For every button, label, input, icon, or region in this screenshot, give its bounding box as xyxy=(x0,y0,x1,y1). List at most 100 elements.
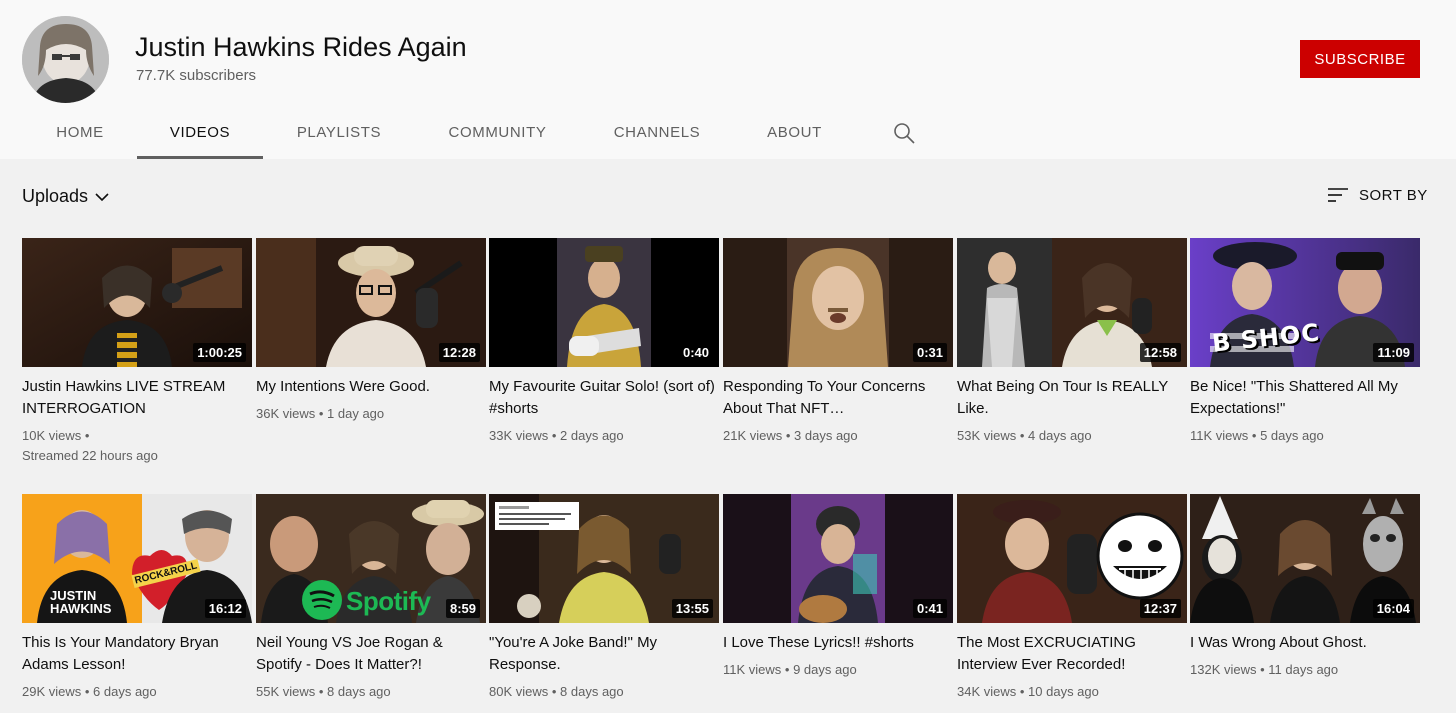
video-card[interactable]: 12:37 The Most EXCRUCIATING Interview Ev… xyxy=(957,494,1187,702)
video-duration: 11:09 xyxy=(1373,343,1414,362)
tab-community[interactable]: COMMUNITY xyxy=(430,108,565,159)
video-duration: 0:31 xyxy=(912,343,947,362)
video-card[interactable]: 12:58 What Being On Tour Is REALLY Like.… xyxy=(957,238,1187,446)
thumbnail-text: Spotify xyxy=(346,586,431,616)
video-meta: 132K views • 11 days ago xyxy=(1190,662,1339,677)
video-age: 8 days ago xyxy=(560,684,624,699)
video-thumbnail[interactable]: 16:04 xyxy=(1190,494,1420,623)
video-age: 1 day ago xyxy=(327,406,385,421)
video-thumbnail[interactable]: 0:31 xyxy=(723,238,953,367)
video-title[interactable]: The Most EXCRUCIATING Interview Ever Rec… xyxy=(957,632,1187,676)
video-views: 132K views xyxy=(1190,662,1257,677)
video-title[interactable]: Neil Young VS Joe Rogan & Spotify - Does… xyxy=(256,632,486,676)
video-card[interactable]: 0:31 Responding To Your Concerns About T… xyxy=(723,238,953,446)
sort-by-button[interactable]: SORT BY xyxy=(1327,186,1428,204)
video-duration: 0:40 xyxy=(678,343,713,362)
video-age: 10 days ago xyxy=(1028,684,1099,699)
uploads-label: Uploads xyxy=(22,186,89,206)
video-duration: 16:12 xyxy=(204,599,246,618)
video-age: 5 days ago xyxy=(1260,428,1324,443)
video-meta: 53K views • 4 days ago xyxy=(957,428,1092,443)
video-title[interactable]: I Love These Lyrics!! #shorts xyxy=(723,632,953,654)
video-title[interactable]: My Intentions Were Good. xyxy=(256,376,486,398)
video-title[interactable]: What Being On Tour Is REALLY Like. xyxy=(957,376,1187,420)
video-views: 36K views xyxy=(256,406,316,421)
video-meta: 33K views • 2 days ago xyxy=(489,428,624,443)
video-title[interactable]: Be Nice! "This Shattered All My Expectat… xyxy=(1190,376,1420,420)
video-thumbnail[interactable]: 12:28 xyxy=(256,238,486,367)
video-card[interactable]: 0:40 My Favourite Guitar Solo! (sort of)… xyxy=(489,238,719,446)
sort-by-label: SORT BY xyxy=(1359,186,1428,204)
video-views: 21K views xyxy=(723,428,783,443)
channel-name: Justin Hawkins Rides Again xyxy=(135,32,467,62)
video-card[interactable]: 13:55 "You're A Joke Band!" My Response.… xyxy=(489,494,719,702)
video-views: 55K views xyxy=(256,684,316,699)
channel-tabs: HOME VIDEOS PLAYLISTS COMMUNITY CHANNELS… xyxy=(0,108,1000,159)
video-meta: 29K views • 6 days ago xyxy=(22,684,157,699)
video-views: 53K views xyxy=(957,428,1017,443)
video-meta: 21K views • 3 days ago xyxy=(723,428,858,443)
video-views: 11K views xyxy=(1190,428,1249,443)
video-age: 3 days ago xyxy=(794,428,858,443)
video-thumbnail[interactable]: 0:41 xyxy=(723,494,953,623)
video-duration: 8:59 xyxy=(445,599,480,618)
tab-about[interactable]: ABOUT xyxy=(752,108,837,159)
video-card[interactable]: ROCK&ROLL JUSTIN HAWKINS 16:12 This Is Y… xyxy=(22,494,252,702)
video-card[interactable]: B SHOC 11:09 Be Nice! "This Shattered Al… xyxy=(1190,238,1420,446)
video-duration: 12:37 xyxy=(1139,599,1181,618)
video-duration: 16:04 xyxy=(1372,599,1414,618)
video-thumbnail[interactable]: 1:00:25 xyxy=(22,238,252,367)
video-thumbnail[interactable]: 0:40 xyxy=(489,238,719,367)
video-meta: 10K views • Streamed 22 hours ago xyxy=(22,428,158,463)
channel-avatar[interactable] xyxy=(22,16,109,103)
video-thumbnail[interactable]: 12:37 xyxy=(957,494,1187,623)
video-duration: 13:55 xyxy=(671,599,713,618)
video-title[interactable]: My Favourite Guitar Solo! (sort of) #sho… xyxy=(489,376,719,420)
sort-icon xyxy=(1328,188,1348,202)
video-thumbnail[interactable]: ROCK&ROLL JUSTIN HAWKINS 16:12 xyxy=(22,494,252,623)
thumbnail-text: JUSTIN HAWKINS xyxy=(50,588,112,616)
video-title[interactable]: Justin Hawkins LIVE STREAM INTERROGATION xyxy=(22,376,252,420)
chevron-down-icon xyxy=(95,192,109,201)
video-title[interactable]: This Is Your Mandatory Bryan Adams Lesso… xyxy=(22,632,252,676)
video-meta: 36K views • 1 day ago xyxy=(256,406,385,421)
video-meta: 11K views • 5 days ago xyxy=(1190,428,1324,443)
video-thumbnail[interactable]: Spotify 8:59 xyxy=(256,494,486,623)
tab-playlists[interactable]: PLAYLISTS xyxy=(280,108,398,159)
video-card[interactable]: 1:00:25 Justin Hawkins LIVE STREAM INTER… xyxy=(22,238,252,466)
video-views: 10K views xyxy=(22,428,82,443)
video-age: 6 days ago xyxy=(93,684,157,699)
video-thumbnail[interactable]: 12:58 xyxy=(957,238,1187,367)
video-duration: 1:00:25 xyxy=(193,343,246,362)
video-age: 11 days ago xyxy=(1268,662,1339,677)
video-title[interactable]: I Was Wrong About Ghost. xyxy=(1190,632,1420,654)
video-title[interactable]: Responding To Your Concerns About That N… xyxy=(723,376,953,420)
tab-channels[interactable]: CHANNELS xyxy=(598,108,716,159)
video-card[interactable]: Spotify 8:59 Neil Young VS Joe Rogan & S… xyxy=(256,494,486,702)
video-age: 4 days ago xyxy=(1028,428,1092,443)
video-views: 34K views xyxy=(957,684,1017,699)
video-card[interactable]: 16:04 I Was Wrong About Ghost. 132K view… xyxy=(1190,494,1420,680)
video-age: 8 days ago xyxy=(327,684,391,699)
channel-header: Justin Hawkins Rides Again 77.7K subscri… xyxy=(0,0,1456,159)
subscribe-button[interactable]: SUBSCRIBE xyxy=(1300,40,1420,78)
video-views: 33K views xyxy=(489,428,549,443)
video-thumbnail[interactable]: B SHOC 11:09 xyxy=(1190,238,1420,367)
search-icon[interactable] xyxy=(892,121,916,145)
uploads-dropdown[interactable]: Uploads xyxy=(22,186,110,207)
video-meta: 80K views • 8 days ago xyxy=(489,684,624,699)
video-title[interactable]: "You're A Joke Band!" My Response. xyxy=(489,632,719,676)
video-meta: 34K views • 10 days ago xyxy=(957,684,1099,699)
video-age: 2 days ago xyxy=(560,428,624,443)
video-card[interactable]: 12:28 My Intentions Were Good. 36K views… xyxy=(256,238,486,424)
video-thumbnail[interactable]: 13:55 xyxy=(489,494,719,623)
video-views: 29K views xyxy=(22,684,82,699)
tab-home[interactable]: HOME xyxy=(36,108,124,159)
video-card[interactable]: 0:41 I Love These Lyrics!! #shorts 11K v… xyxy=(723,494,953,680)
video-duration: 0:41 xyxy=(912,599,947,618)
video-views: 11K views xyxy=(723,662,782,677)
subscriber-count: 77.7K subscribers xyxy=(136,67,257,84)
tab-videos[interactable]: VIDEOS xyxy=(137,108,263,159)
video-age: Streamed 22 hours ago xyxy=(22,448,158,463)
video-duration: 12:28 xyxy=(438,343,480,362)
